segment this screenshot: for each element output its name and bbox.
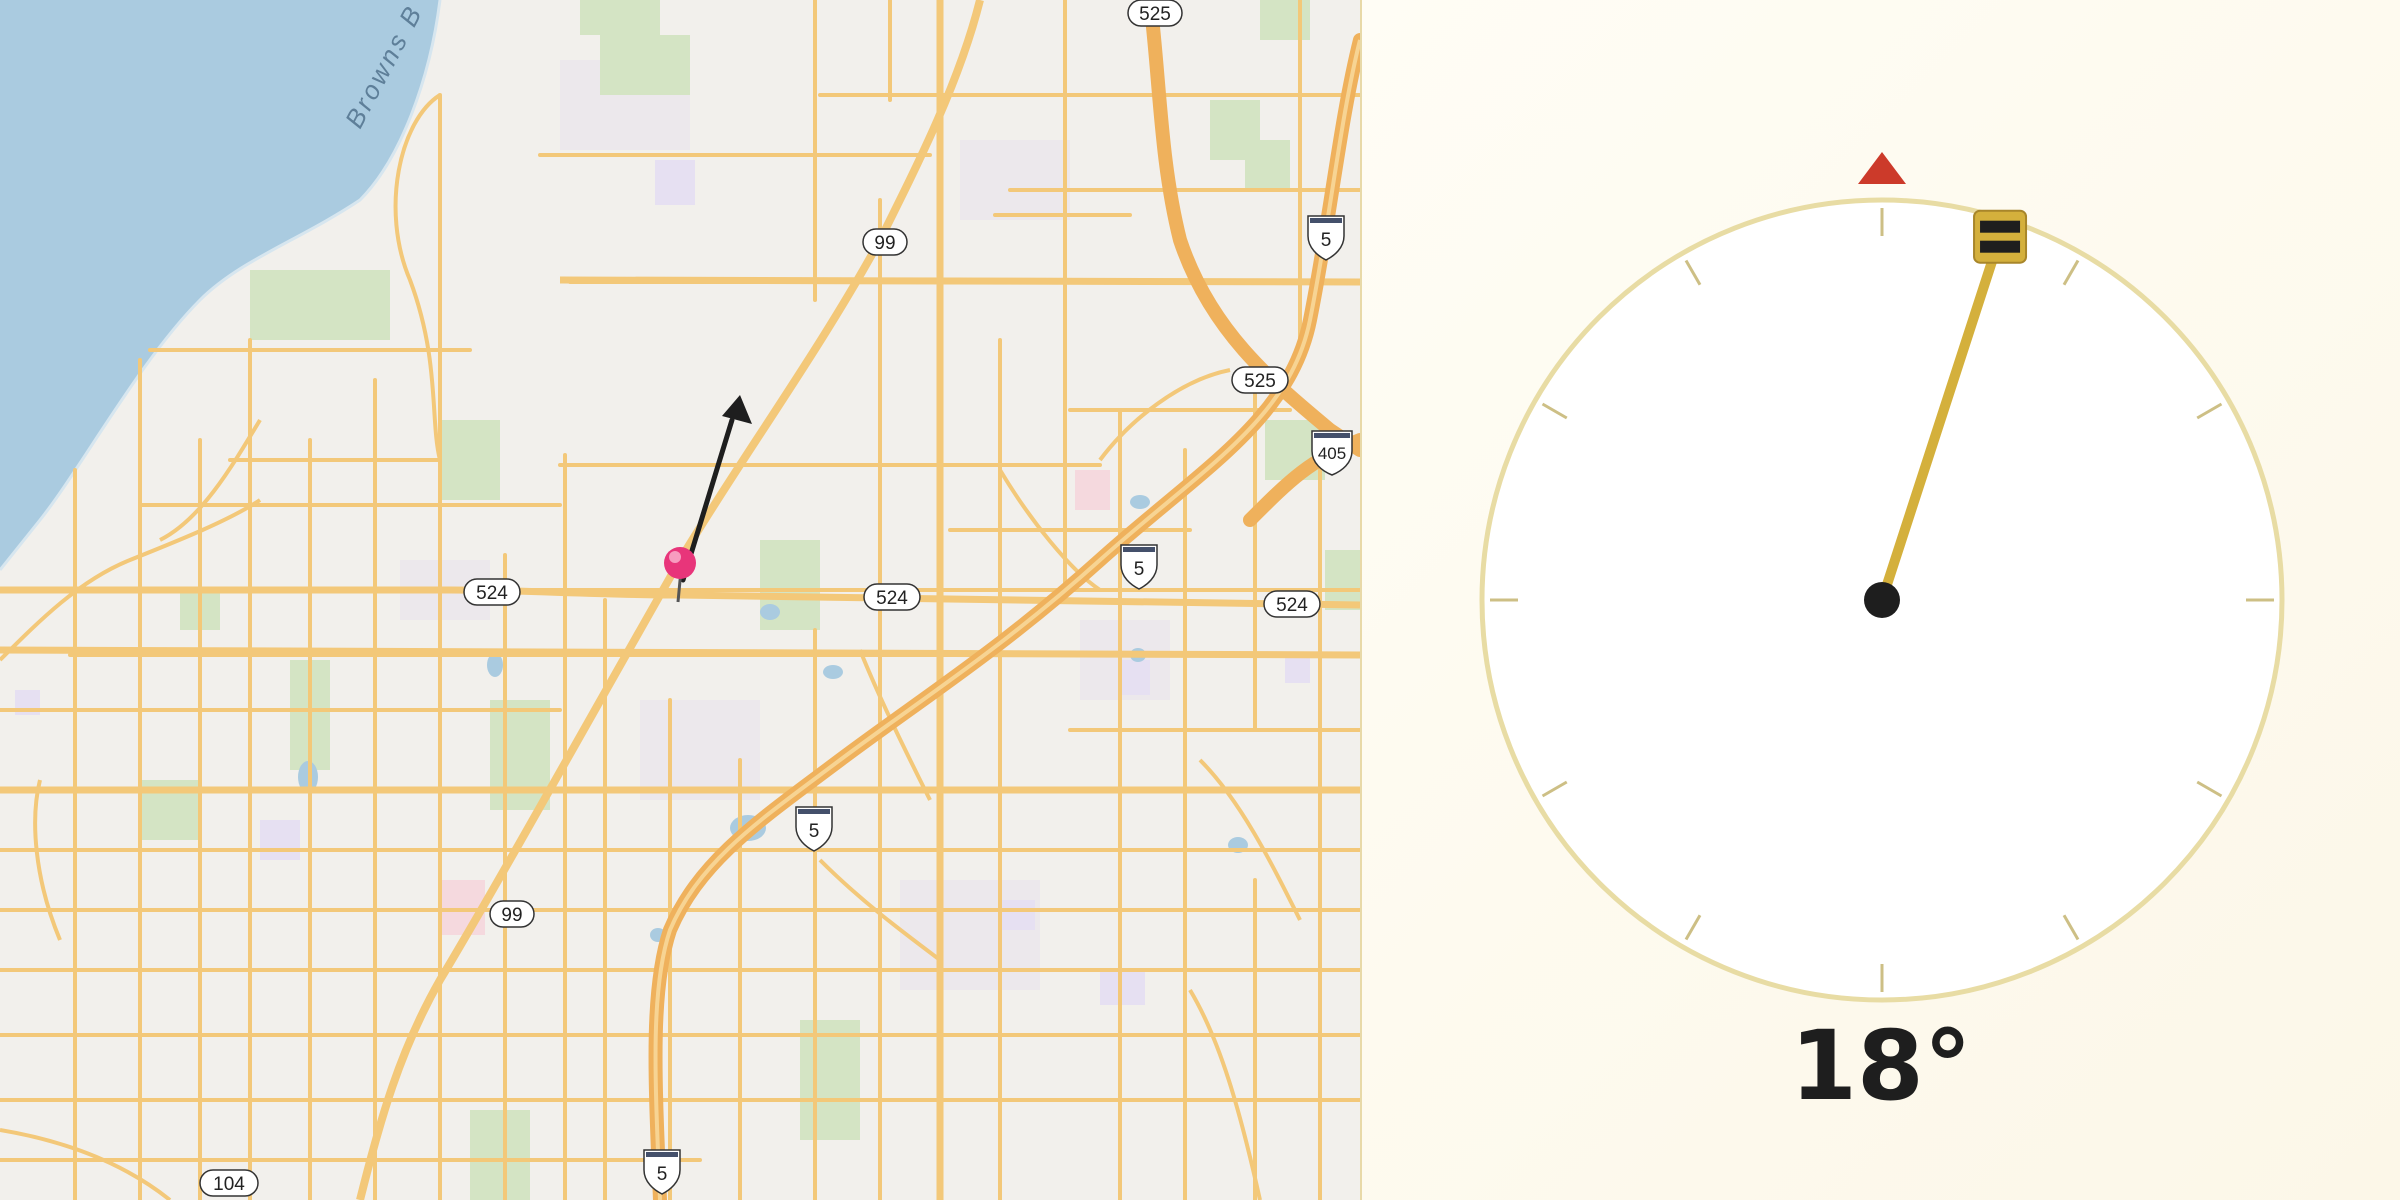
route-shield-524-west: 524	[463, 578, 521, 606]
route-shield-524-mid: 524	[863, 583, 921, 611]
svg-text:5: 5	[657, 1164, 668, 1185]
svg-text:99: 99	[501, 905, 522, 926]
svg-text:5: 5	[809, 821, 820, 842]
svg-text:525: 525	[1244, 371, 1276, 392]
route-shield-525-mid: 525	[1231, 366, 1289, 394]
svg-text:5: 5	[1321, 230, 1332, 251]
svg-text:524: 524	[476, 583, 508, 604]
heading-value: 18°	[1790, 1010, 1972, 1122]
needle-handle-icon[interactable]	[1973, 209, 2028, 264]
svg-text:104: 104	[213, 1174, 245, 1195]
route-shield-525-top: 525	[1127, 0, 1183, 27]
map-view[interactable]: Browns B 525 99 525 524 524 524 99 104 5…	[0, 0, 1360, 1200]
route-shield-99-north: 99	[862, 228, 908, 256]
svg-text:525: 525	[1139, 4, 1171, 25]
svg-text:5: 5	[1134, 559, 1145, 580]
svg-text:405: 405	[1318, 444, 1346, 463]
route-shield-104: 104	[199, 1169, 259, 1197]
route-shield-99-south: 99	[489, 900, 535, 928]
route-shield-524-east: 524	[1263, 590, 1321, 618]
svg-text:524: 524	[876, 588, 908, 609]
svg-text:524: 524	[1276, 595, 1308, 616]
north-triangle-icon	[1858, 152, 1906, 184]
map-canvas[interactable]: Browns B 525 99 525 524 524 524 99 104 5…	[0, 0, 1360, 1200]
compass-panel: 18°	[1362, 0, 2400, 1200]
needle-hub	[1864, 582, 1900, 618]
svg-text:99: 99	[874, 233, 895, 254]
